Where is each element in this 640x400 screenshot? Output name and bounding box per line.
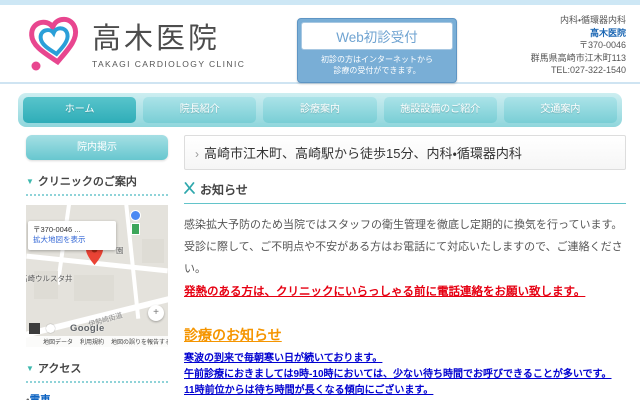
sidebar-heading-access: ▼アクセス <box>26 360 168 383</box>
access-train-item: ・電車 高崎線・高崎駅・東出口より徒 <box>26 392 168 400</box>
nav-tab-facilities[interactable]: 施設設備のご紹介 <box>384 97 497 123</box>
sidebar-heading-clinic-guide: ▼クリニックのご案内 <box>26 173 168 196</box>
main-navigation: ホーム 院長紹介 診療案内 施設設備のご紹介 交通案内 <box>18 93 622 127</box>
map-poi-green-icon <box>131 223 140 235</box>
treatment-news-line-2: 午前診療におきましては9時-10時においては、少ない待ち時間でお呼びできることが… <box>184 367 626 383</box>
map-data-link[interactable]: 地図データ <box>43 337 73 346</box>
news-section-heading: お知らせ <box>184 181 626 204</box>
treatment-news-body: 寒波の到来で毎朝寒い日が続いております。 午前診療におきましては9時-10時にお… <box>184 351 626 399</box>
nav-tab-access[interactable]: 交通案内 <box>504 97 617 123</box>
clinic-address: 群馬県高崎市江木町113 <box>531 52 626 65</box>
header: 高木医院 TAKAGI CARDIOLOGY CLINIC Web初診受付 初診… <box>0 5 640 82</box>
clinic-postal-code: 〒370-0046 <box>531 39 626 52</box>
clinic-name: 高木医院 <box>531 27 626 40</box>
map-pan-control[interactable]: + <box>148 305 164 321</box>
clover-icon <box>184 182 195 197</box>
clinic-title: 高木医院 <box>92 22 245 56</box>
map-block <box>74 275 114 301</box>
news-paragraph-1: 感染拡大予防のため当院ではスタッフの衛生管理を徹底し定期的に換気を行っています。 <box>184 214 626 236</box>
nav-tab-director[interactable]: 院長紹介 <box>143 97 256 123</box>
map-camera-icon[interactable] <box>46 324 55 333</box>
down-triangle-icon: ▼ <box>26 364 34 373</box>
fever-alert-text: 発熱のある方は、クリニックにいらっしゃる前に電話連絡をお願い致します。 <box>184 283 626 299</box>
sidebar-bulletin-button[interactable]: 院内掲示 <box>26 135 168 160</box>
nav-tab-services[interactable]: 診療案内 <box>263 97 376 123</box>
page: 高木医院 TAKAGI CARDIOLOGY CLINIC Web初診受付 初診… <box>0 0 640 400</box>
map-enlarge-link[interactable]: 拡大地図を表示 <box>33 235 111 245</box>
treatment-news-line-3: 11時前位からは待ち時間が長くなる傾向にございます。 <box>184 383 626 399</box>
map-terms-link[interactable]: 利用規約 <box>80 337 104 346</box>
clinic-tel: TEL:027-322-1540 <box>531 64 626 77</box>
google-map-embed[interactable]: 園 高崎ウルスタ井 伊勢崎街道 〒370-0046 ... 拡大地図を表示 Go… <box>26 205 168 347</box>
page-title: ›高崎市江木町、高崎駅から徒歩15分、内科・循環器内科 <box>184 135 626 170</box>
down-triangle-icon: ▼ <box>26 177 34 186</box>
web-reception-description: 初診の方はインターネットから 診療の受付ができます。 <box>301 54 453 76</box>
access-train-label[interactable]: 電車 <box>30 394 51 400</box>
google-logo: Google <box>70 323 105 334</box>
arrow-icon: › <box>195 147 199 161</box>
sidebar: 院内掲示 ▼クリニックのご案内 <box>26 135 168 400</box>
map-poi-blue-icon <box>130 210 141 221</box>
nav-tab-home[interactable]: ホーム <box>23 97 136 123</box>
heart-logo-icon <box>26 13 84 78</box>
web-reception-label[interactable]: Web初診受付 <box>301 22 453 50</box>
map-info-postal: 〒370-0046 ... <box>33 225 111 235</box>
map-place-label: 高崎ウルスタ井 <box>26 273 73 284</box>
clinic-logo[interactable]: 高木医院 TAKAGI CARDIOLOGY CLINIC <box>26 13 245 78</box>
treatment-news-heading: 診療のお知らせ <box>184 325 626 345</box>
clinic-contact-info: 内科・循環器内科 高木医院 〒370-0046 群馬県高崎市江木町113 TEL… <box>531 14 626 77</box>
web-reception-button[interactable]: Web初診受付 初診の方はインターネットから 診療の受付ができます。 <box>297 18 457 83</box>
map-attribution: 地図データ 利用規約 地図の誤りを報告する <box>26 336 168 347</box>
news-paragraph-2: 受診に際して、ご不明点や不安がある方はお電話にて対応いたしますので、ご連絡くださ… <box>184 236 626 280</box>
map-park-label: 園 <box>116 245 124 256</box>
main-column: ›高崎市江木町、高崎駅から徒歩15分、内科・循環器内科 お知らせ 感染拡大予防の… <box>184 135 626 400</box>
content: 院内掲示 ▼クリニックのご案内 <box>0 127 640 400</box>
logo-text: 高木医院 TAKAGI CARDIOLOGY CLINIC <box>92 22 245 69</box>
map-info-window: 〒370-0046 ... 拡大地図を表示 <box>28 221 116 250</box>
map-report-link[interactable]: 地図の誤りを報告する <box>111 337 168 346</box>
map-block <box>142 239 164 263</box>
clinic-departments: 内科・循環器内科 <box>531 14 626 27</box>
map-keyboard-icon[interactable] <box>29 323 40 334</box>
clinic-subtitle: TAKAGI CARDIOLOGY CLINIC <box>92 59 245 69</box>
treatment-news-line-1: 寒波の到来で毎朝寒い日が続いております。 <box>184 351 626 367</box>
